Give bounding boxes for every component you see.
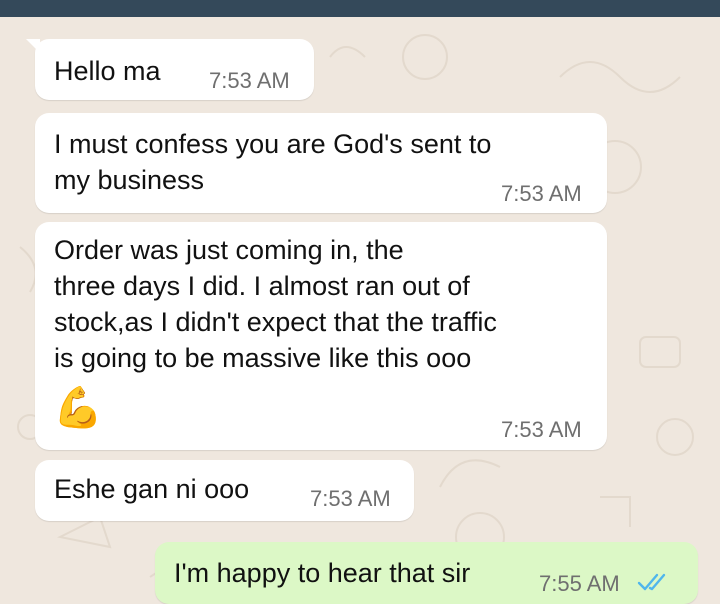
message-timestamp: 7:53 AM bbox=[501, 181, 582, 206]
message-timestamp: 7:53 AM bbox=[209, 68, 290, 93]
double-check-read-icon bbox=[637, 573, 666, 591]
outgoing-message-bubble[interactable]: I'm happy to hear that sir 7:55 AM bbox=[155, 542, 698, 604]
window-top-bar bbox=[0, 0, 720, 17]
incoming-message-bubble[interactable]: Eshe gan ni ooo 7:53 AM bbox=[35, 460, 414, 521]
bubble-tail bbox=[26, 39, 40, 53]
message-text: I'm happy to hear that sir bbox=[174, 558, 471, 588]
message-text: Eshe gan ni ooo bbox=[54, 474, 250, 504]
message-text: Hello ma bbox=[54, 56, 161, 86]
message-text: Order was just coming in, the three days… bbox=[54, 235, 497, 373]
message-timestamp: 7:53 AM bbox=[310, 486, 391, 511]
incoming-message-bubble[interactable]: I must confess you are God's sent to my … bbox=[35, 113, 607, 213]
incoming-message-bubble[interactable]: Hello ma 7:53 AM bbox=[26, 39, 314, 100]
incoming-message-bubble[interactable]: Order was just coming in, the three days… bbox=[35, 222, 607, 450]
message-timestamp: 7:53 AM bbox=[501, 417, 582, 442]
message-timestamp: 7:55 AM bbox=[539, 571, 620, 596]
message-text: I must confess you are God's sent to my … bbox=[54, 129, 492, 195]
flexed-biceps-emoji: 💪 bbox=[53, 386, 103, 430]
